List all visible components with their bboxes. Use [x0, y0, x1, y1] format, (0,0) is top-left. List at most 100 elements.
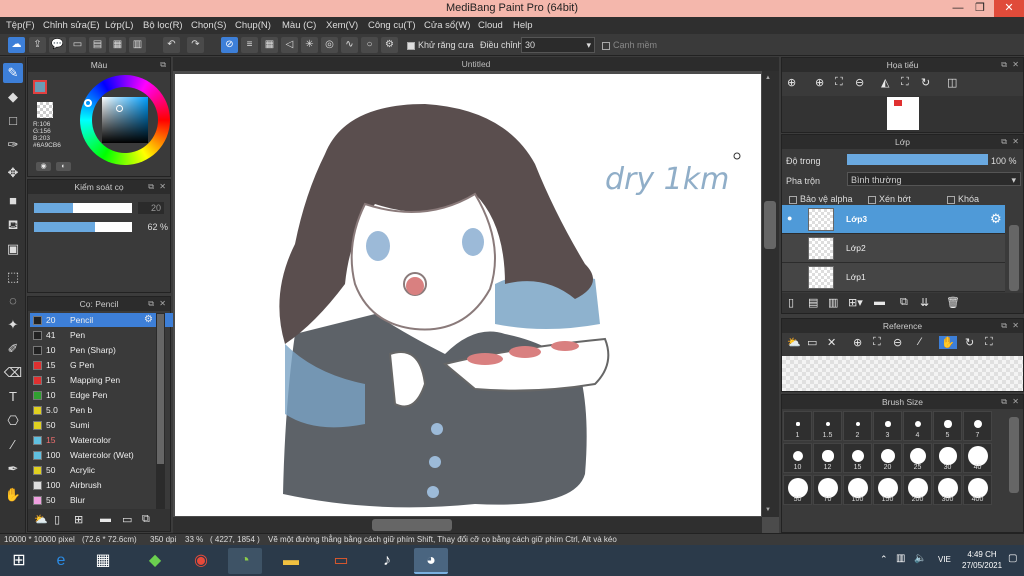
layer-row[interactable]: ● Lớp3 ⚙ — [782, 205, 1005, 234]
brush-size-cell[interactable]: 70 — [813, 475, 842, 505]
menu-filter[interactable]: Bộ lọc(R) — [143, 20, 183, 31]
new-8bit-layer-icon[interactable]: ▥ — [828, 296, 838, 309]
brush-size-cell[interactable]: 40 — [963, 443, 992, 473]
brush-size-cell[interactable]: 300 — [933, 475, 962, 505]
parallel-snap-icon[interactable]: ≡ — [241, 37, 258, 53]
panel-icon[interactable]: ▥ — [129, 37, 146, 53]
zoom-in-icon[interactable]: ⊕ — [815, 76, 824, 89]
main-color-swatch[interactable] — [33, 80, 47, 94]
sub-color-swatch[interactable] — [37, 102, 53, 118]
circle-snap-icon[interactable]: ◎ — [321, 37, 338, 53]
new-halftone-layer-icon[interactable]: ▤ — [808, 296, 818, 309]
navigator-preview[interactable] — [782, 96, 1023, 132]
clipping-checkbox[interactable]: Xén bớt — [868, 194, 911, 204]
merge-layer-icon[interactable]: ⇊ — [920, 296, 929, 309]
brush-size-cell[interactable]: 150 — [873, 475, 902, 505]
chevron-up-icon[interactable]: ▲ — [765, 75, 771, 81]
hand-icon[interactable]: ✋ — [939, 336, 957, 349]
fit-icon[interactable]: ⛶ — [835, 76, 843, 89]
brush-size-cell[interactable]: 100 — [843, 475, 872, 505]
chevron-down-icon[interactable]: ▼ — [765, 507, 771, 513]
protect-alpha-checkbox[interactable]: Bảo vệ alpha — [789, 194, 853, 204]
bluestacks-icon[interactable]: ◆ — [138, 548, 172, 574]
menu-help[interactable]: Help — [513, 20, 533, 31]
folder-open-icon[interactable]: ▭ — [807, 336, 817, 349]
brush-size-value[interactable]: 20 — [138, 202, 164, 214]
brush-size-cell[interactable]: 2 — [843, 411, 872, 441]
hand-tool-icon[interactable]: ✋ — [3, 485, 23, 505]
expand-icon[interactable]: ⧉ — [148, 180, 154, 194]
close-panel-icon[interactable]: ✕ — [159, 297, 166, 311]
presentation-icon[interactable]: ▭ — [324, 548, 358, 574]
duplicate-layer-icon[interactable]: ⧉ — [900, 296, 908, 309]
close-icon[interactable]: ✕ — [827, 336, 836, 349]
delete-layer-icon[interactable]: 🗑 — [946, 296, 960, 309]
add-brush-icon[interactable]: ⊞ — [74, 513, 83, 526]
canvas-icon[interactable]: ▭ — [69, 37, 86, 53]
expand-icon[interactable]: ⧉ — [1001, 319, 1007, 333]
menu-layer[interactable]: Lớp(L) — [105, 20, 133, 31]
magic-wand-tool-icon[interactable]: ✦ — [3, 315, 23, 335]
actual-size-icon[interactable]: ⛶ — [985, 336, 993, 349]
zoom-in-icon[interactable]: ⊕ — [853, 336, 862, 349]
bucket-tool-icon[interactable]: ⛾ — [3, 215, 23, 235]
brush-size-scroll-thumb[interactable] — [1009, 417, 1019, 493]
rectangle-tool-icon[interactable]: □ — [3, 111, 23, 131]
network-icon[interactable]: ▥ — [896, 553, 905, 564]
redo-icon[interactable]: ↷ — [187, 37, 204, 53]
menu-edit[interactable]: Chỉnh sửa(E) — [43, 20, 100, 31]
color-palette-icon[interactable]: ◐ — [56, 162, 71, 171]
divide-tool-icon[interactable]: ⎔ — [3, 411, 23, 431]
brush-list-scrollbar[interactable] — [156, 313, 165, 509]
close-panel-icon[interactable]: ✕ — [159, 180, 166, 194]
brush-size-cell[interactable]: 20 — [873, 443, 902, 473]
menu-select[interactable]: Chọn(S) — [191, 20, 226, 31]
dot-pen-tool-icon[interactable]: ✑ — [3, 135, 23, 155]
flip-icon[interactable]: ◭ — [881, 76, 889, 89]
fit-icon[interactable]: ⛶ — [873, 336, 881, 349]
app-icon[interactable]: ◔ — [228, 548, 262, 574]
snap-off-icon[interactable]: ⊘ — [221, 37, 238, 53]
new-brush-icon[interactable]: ▯ — [54, 513, 60, 526]
windows-start-icon[interactable]: ⊞ — [2, 548, 36, 574]
brush-size-cell[interactable]: 4 — [903, 411, 932, 441]
zoom-out-icon[interactable]: ⊖ — [855, 76, 864, 89]
actual-size-icon[interactable]: ⛶ — [901, 76, 909, 89]
document-icon[interactable]: ▤ — [89, 37, 106, 53]
menu-view[interactable]: Xem(V) — [326, 20, 358, 31]
language-indicator[interactable]: VIE — [938, 555, 951, 564]
gradient-tool-icon[interactable]: ▣ — [3, 239, 23, 259]
eyedropper-tool-icon[interactable]: ⁄ — [3, 435, 23, 455]
menu-capture[interactable]: Chụp(N) — [235, 20, 271, 31]
menu-cloud[interactable]: Cloud — [478, 20, 503, 31]
gear-icon[interactable]: ⚙ — [144, 313, 153, 327]
canvas-horizontal-scrollbar[interactable] — [173, 517, 762, 533]
canvas-vertical-scrollbar[interactable]: ▲ ▼ — [762, 71, 779, 517]
chrome-icon[interactable]: ◉ — [184, 548, 218, 574]
brush-size-cell[interactable]: 400 — [963, 475, 992, 505]
layout-icon[interactable]: ▦ — [109, 37, 126, 53]
select-tool-icon[interactable]: ⬚ — [3, 267, 23, 287]
brush-size-cell[interactable]: 7 — [963, 411, 992, 441]
settings-icon[interactable]: ⚙ — [381, 37, 398, 53]
brush-size-cell[interactable]: 50 — [783, 475, 812, 505]
file-explorer-icon[interactable]: ▬ — [274, 548, 308, 574]
cloud-icon[interactable]: ☁ — [8, 37, 25, 53]
rotate-icon[interactable]: ↻ — [921, 76, 930, 89]
layer-row[interactable]: Lớp2 — [782, 234, 1005, 263]
move-tool-icon[interactable]: ✥ — [3, 163, 23, 183]
scroll-thumb[interactable] — [157, 314, 164, 464]
vertical-scroll-thumb[interactable] — [764, 201, 776, 249]
eyedropper-icon[interactable]: ⁄ — [919, 336, 921, 348]
expand-icon[interactable]: ⧉ — [1001, 58, 1007, 72]
perspective-snap-icon[interactable]: ◁ — [281, 37, 298, 53]
menu-window[interactable]: Cửa sổ(W) — [424, 20, 470, 31]
menu-file[interactable]: Tệp(F) — [6, 20, 35, 31]
medibang-icon[interactable]: ◕ — [414, 548, 448, 574]
folder-icon[interactable]: ▬ — [874, 296, 885, 308]
zoom-out-icon[interactable]: ⊖ — [893, 336, 902, 349]
ring-snap-icon[interactable]: ○ — [361, 37, 378, 53]
close-panel-icon[interactable]: ✕ — [1012, 58, 1019, 72]
cloud-icon[interactable]: ⛅ — [787, 336, 801, 349]
layer-scroll-thumb[interactable] — [1009, 225, 1019, 291]
